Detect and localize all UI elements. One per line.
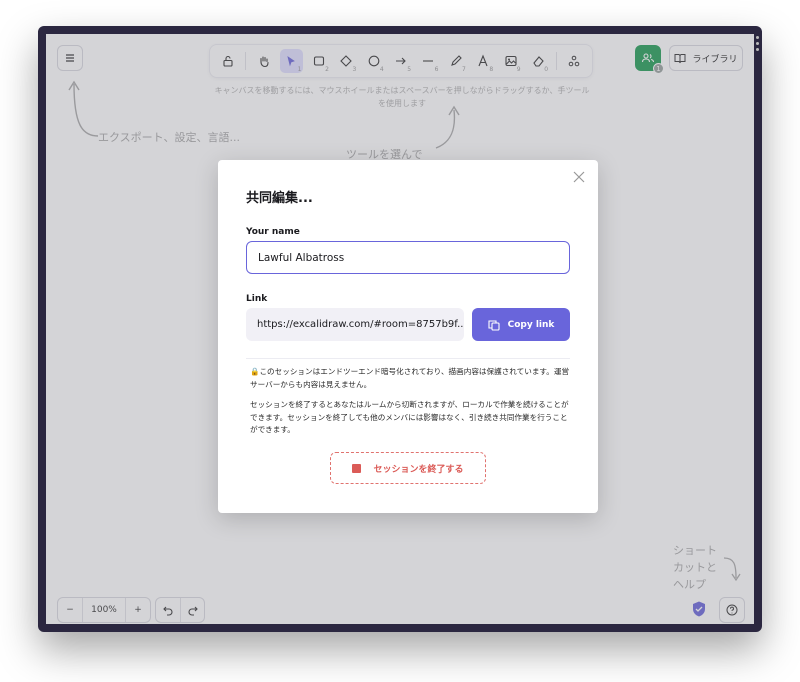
end-session-label: セッションを終了する xyxy=(373,464,464,475)
window-dots xyxy=(756,36,760,54)
link-label: Link xyxy=(246,294,268,304)
name-input[interactable]: Lawful Albatross xyxy=(246,241,570,274)
name-label: Your name xyxy=(246,227,300,237)
copy-link-label: Copy link xyxy=(507,319,555,330)
collaboration-dialog: 共同編集... Your name Lawful Albatross Link … xyxy=(218,160,598,513)
app-window: 1 2 3 4 5 6 7 8 9 0 1 ライブラリ キャンバスを移動するには… xyxy=(38,26,762,632)
drawing-canvas[interactable]: 1 2 3 4 5 6 7 8 9 0 1 ライブラリ キャンバスを移動するには… xyxy=(46,34,754,624)
link-field[interactable]: https://excalidraw.com/#room=8757b9f... xyxy=(246,308,464,341)
end-session-button[interactable]: セッションを終了する xyxy=(330,452,486,484)
copy-icon xyxy=(488,319,500,331)
copy-link-button[interactable]: Copy link xyxy=(472,308,570,341)
stop-icon xyxy=(352,463,362,473)
dialog-title: 共同編集... xyxy=(246,191,313,206)
close-icon[interactable] xyxy=(572,170,586,184)
end-session-info: セッションを終了するとあなたはルームから切断されますが、ローカルで作業を続けるこ… xyxy=(250,400,569,434)
privacy-notice: 🔒このセッションはエンドツーエンド暗号化されており、描画内容は保護されています。… xyxy=(250,367,570,389)
dialog-divider xyxy=(246,358,570,359)
